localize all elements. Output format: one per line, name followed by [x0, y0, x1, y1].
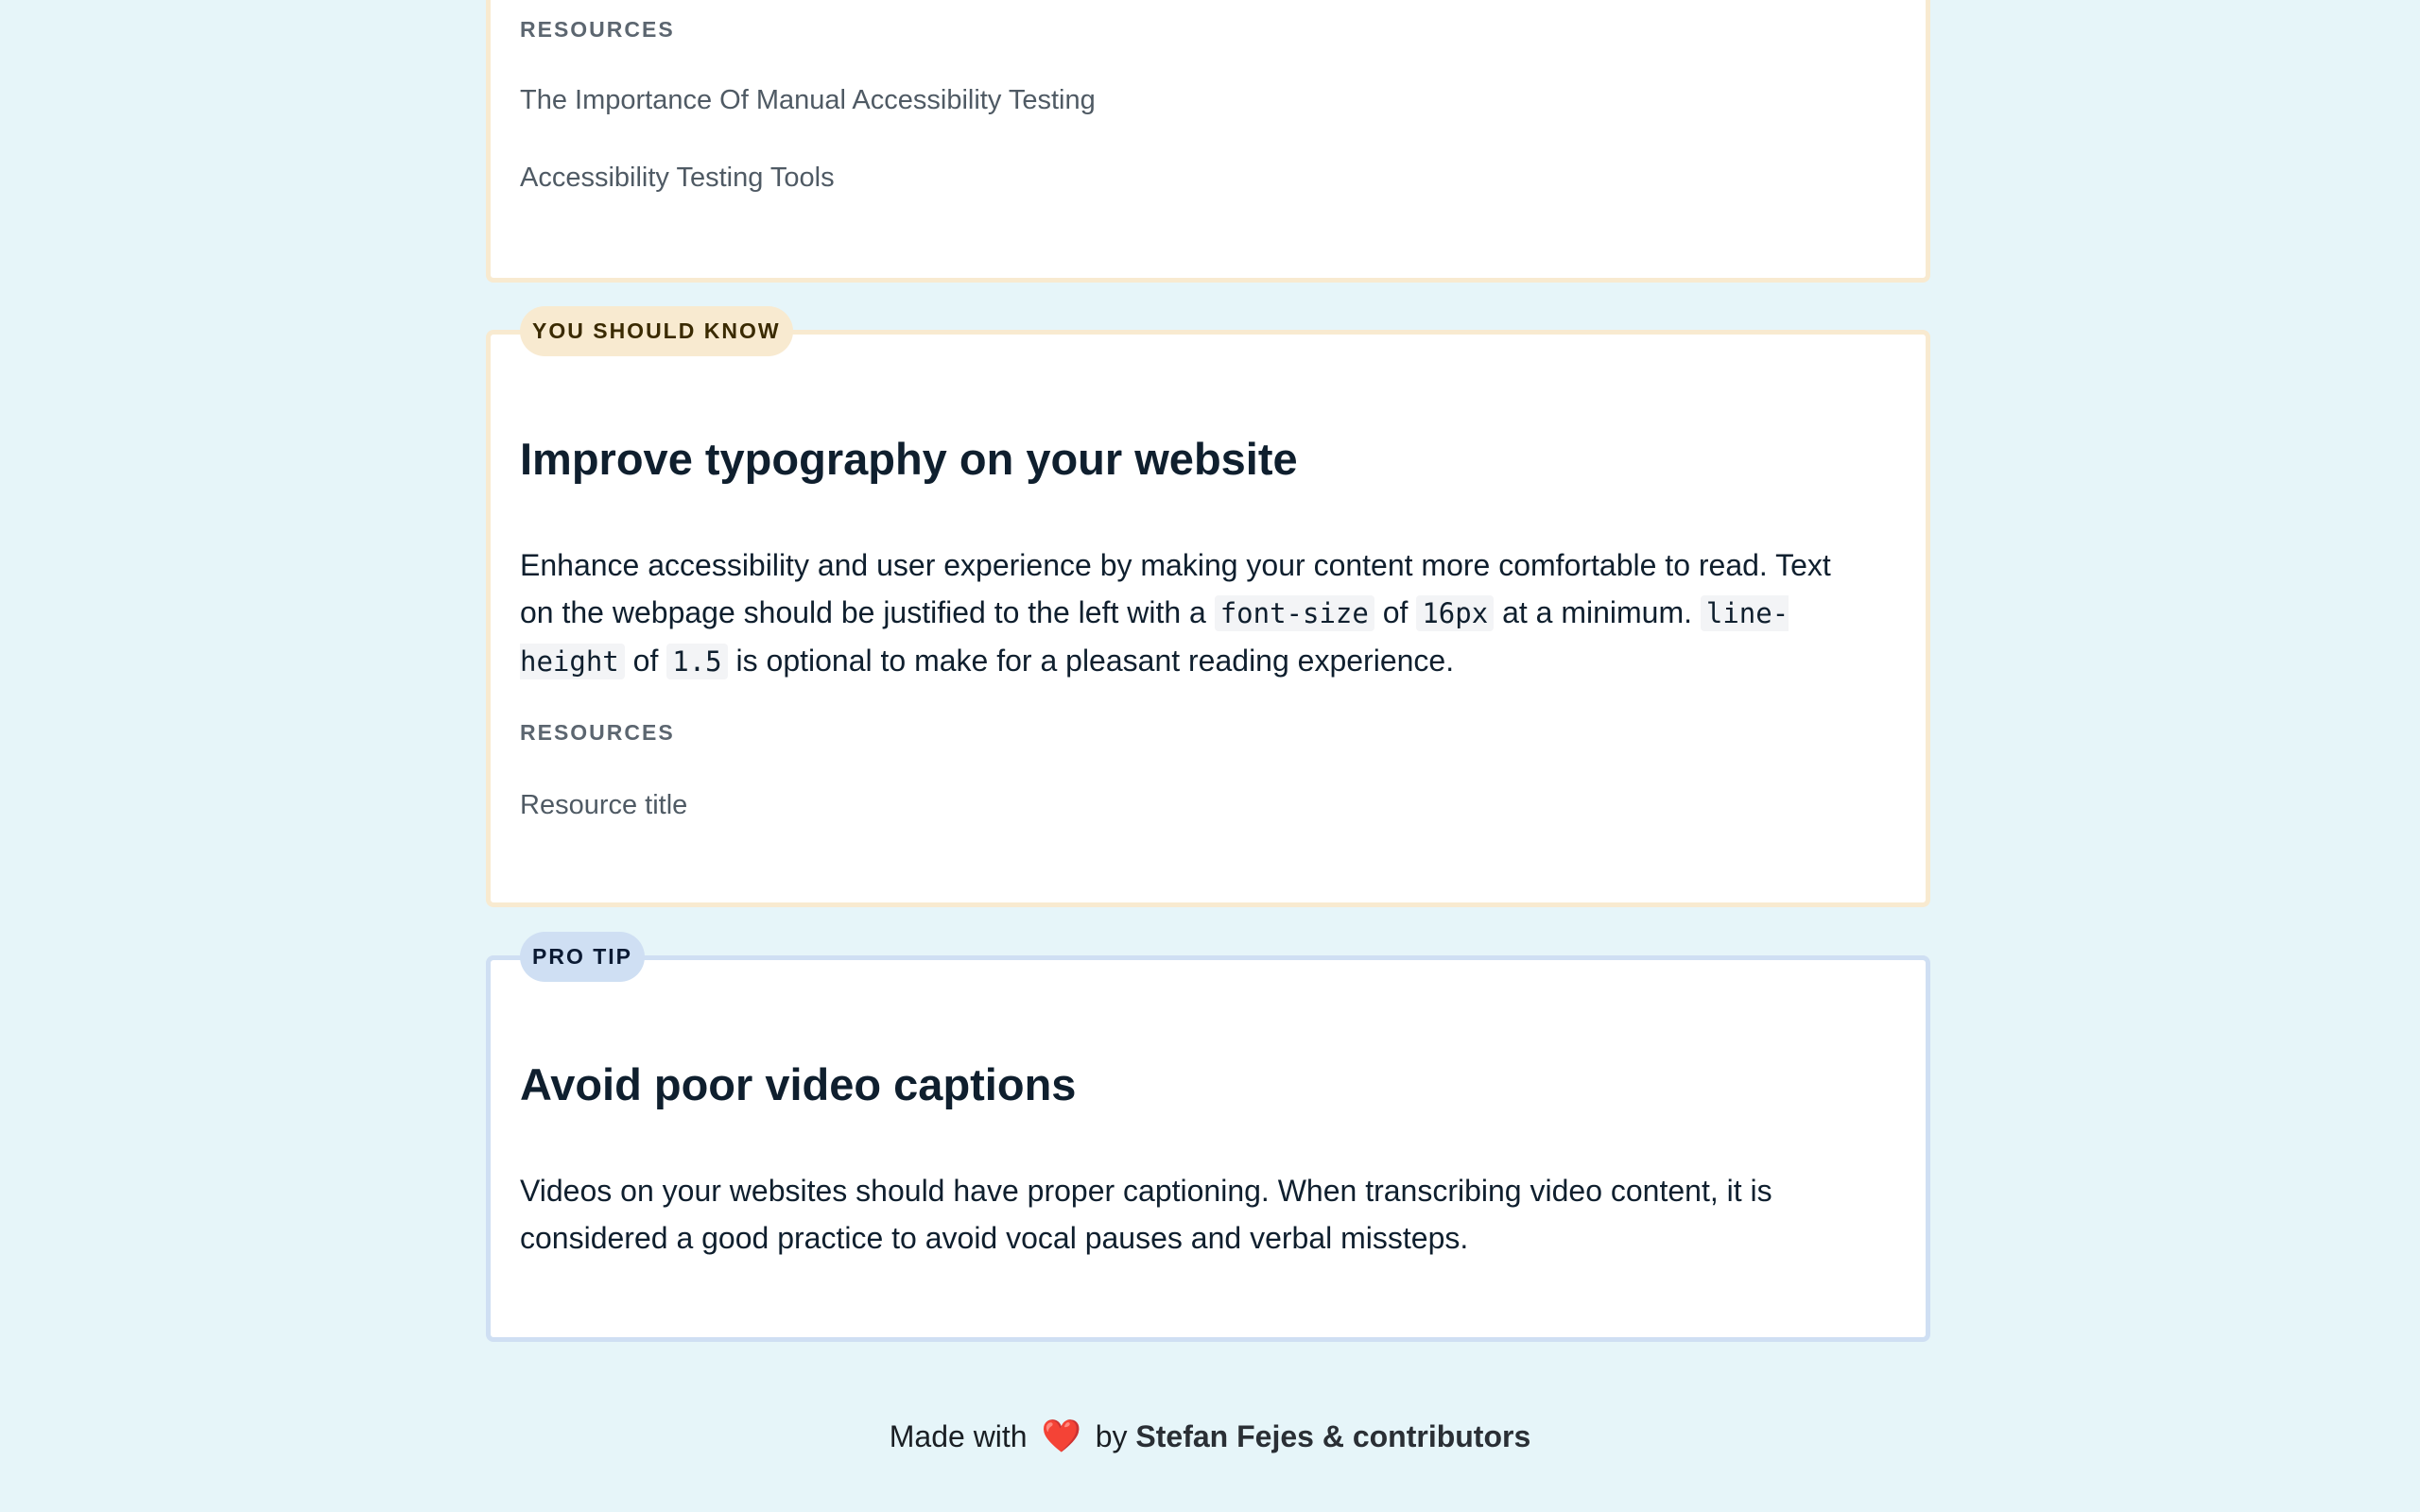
code-1-5: 1.5: [666, 644, 728, 679]
footer-made-with: Made with: [889, 1419, 1028, 1453]
resource-card-top: [486, 0, 1930, 283]
pro-tip-badge: PRO TIP: [520, 932, 646, 982]
footer-by: by: [1095, 1419, 1128, 1453]
card-body-video-captions: Videos on your websites should have prop…: [520, 1174, 1772, 1255]
resource-link-manual-testing[interactable]: The Importance Of Manual Accessibility T…: [520, 85, 1096, 116]
resource-link-testing-tools[interactable]: Accessibility Testing Tools: [520, 163, 835, 194]
card-body-typography: Enhance accessibility and user experienc…: [520, 548, 1831, 679]
pro-tip-card: [486, 955, 1930, 1342]
card-title-video-captions: Avoid poor video captions: [520, 1059, 1077, 1109]
you-should-know-badge: YOU SHOULD KNOW: [520, 306, 793, 356]
footer: Made with ❤️ by Stefan Fejes & contribut…: [0, 1418, 2420, 1455]
card-title-typography: Improve typography on your website: [520, 434, 1298, 484]
code-font-size: font-size: [1214, 595, 1374, 631]
resources-heading: RESOURCES: [520, 720, 675, 745]
resources-heading: RESOURCES: [520, 17, 675, 42]
footer-author-link[interactable]: Stefan Fejes & contributors: [1135, 1419, 1530, 1453]
resource-link-resource-title[interactable]: Resource title: [520, 790, 687, 821]
code-16px: 16px: [1416, 595, 1495, 631]
heart-icon: ❤️: [1041, 1418, 1081, 1454]
